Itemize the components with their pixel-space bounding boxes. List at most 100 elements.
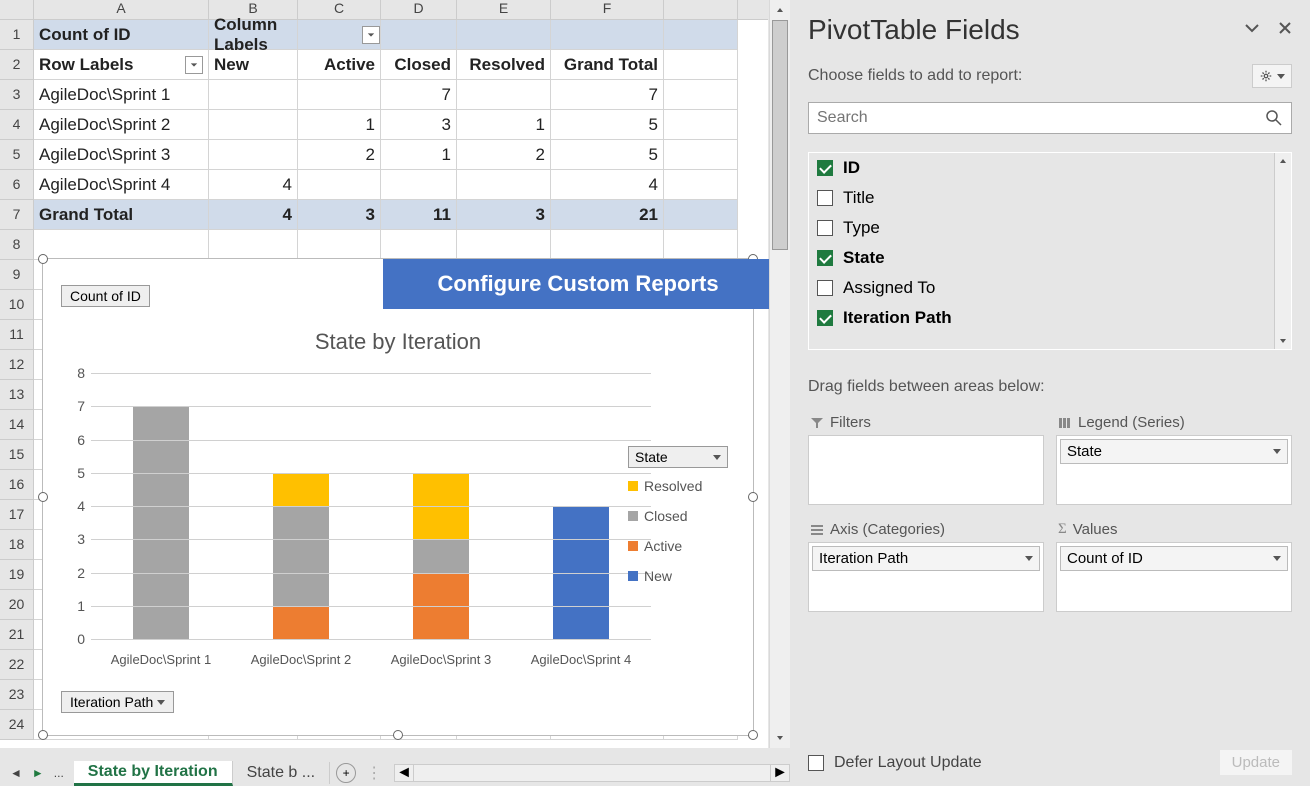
col-header-D[interactable]: D (381, 0, 457, 19)
row-header[interactable]: 12 (0, 350, 34, 380)
row-header[interactable]: 8 (0, 230, 34, 260)
resize-handle[interactable] (393, 730, 403, 740)
cell[interactable] (664, 140, 738, 170)
cell[interactable]: 2 (457, 140, 551, 170)
row-label[interactable]: AgileDoc\Sprint 4 (34, 170, 209, 200)
col-header-C[interactable]: C (298, 0, 381, 19)
cell[interactable] (298, 230, 381, 260)
scroll-right-arrow[interactable]: ► (770, 764, 790, 782)
field-item-type[interactable]: Type (809, 213, 1291, 243)
row-header[interactable]: 14 (0, 410, 34, 440)
col-header-E[interactable]: E (457, 0, 551, 19)
scroll-left-arrow[interactable]: ◄ (394, 764, 414, 782)
row-header[interactable]: 4 (0, 110, 34, 140)
field-checkbox[interactable] (817, 280, 833, 296)
cell[interactable]: 5 (551, 140, 664, 170)
resize-handle[interactable] (748, 730, 758, 740)
grand-total-cell[interactable]: 3 (298, 200, 381, 230)
cell[interactable] (664, 50, 738, 80)
column-labels-dropdown[interactable] (362, 26, 380, 44)
cell[interactable]: 7 (551, 80, 664, 110)
field-checkbox[interactable] (817, 160, 833, 176)
scroll-down-arrow[interactable] (1275, 333, 1291, 349)
field-item-title[interactable]: Title (809, 183, 1291, 213)
cell[interactable]: 7 (381, 80, 457, 110)
chart-field-iteration-button[interactable]: Iteration Path (61, 691, 174, 713)
field-checkbox[interactable] (817, 220, 833, 236)
sheet-tab[interactable]: State b ... (233, 762, 330, 784)
cell[interactable] (209, 110, 298, 140)
cell[interactable]: 2 (298, 140, 381, 170)
grand-total-cell[interactable]: 3 (457, 200, 551, 230)
legend-header-dropdown[interactable]: State (628, 446, 728, 468)
scroll-down-arrow[interactable] (770, 728, 790, 748)
resize-handle[interactable] (38, 492, 48, 502)
select-all-corner[interactable] (0, 0, 34, 19)
scroll-up-arrow[interactable] (1275, 153, 1291, 169)
row-header[interactable]: 1 (0, 20, 34, 50)
row-header[interactable]: 20 (0, 590, 34, 620)
collapse-panel-icon[interactable] (1244, 20, 1260, 41)
scroll-thumb[interactable] (772, 20, 788, 250)
cell[interactable] (457, 170, 551, 200)
header-resolved[interactable]: Resolved (457, 50, 551, 80)
area-values-dropzone[interactable]: Count of ID (1056, 542, 1292, 612)
row-header[interactable]: 23 (0, 680, 34, 710)
row-header[interactable]: 6 (0, 170, 34, 200)
grand-total-cell[interactable]: 21 (551, 200, 664, 230)
pivot-column-labels[interactable]: Column Labels (209, 20, 298, 50)
cell[interactable] (209, 140, 298, 170)
field-item-assigned-to[interactable]: Assigned To (809, 273, 1291, 303)
header-closed[interactable]: Closed (381, 50, 457, 80)
row-header[interactable]: 15 (0, 440, 34, 470)
tab-nav-more[interactable]: ... (54, 766, 64, 780)
row-header[interactable]: 2 (0, 50, 34, 80)
resize-handle[interactable] (748, 492, 758, 502)
panel-tools-button[interactable] (1252, 64, 1292, 88)
cell[interactable] (664, 110, 738, 140)
worksheet[interactable]: A B C D E F 1 Count of ID Column Labels (0, 0, 768, 748)
row-labels-dropdown[interactable] (185, 56, 203, 74)
field-checkbox[interactable] (817, 250, 833, 266)
tab-nav-next[interactable]: ► (32, 766, 44, 780)
col-header-F[interactable]: F (551, 0, 664, 19)
resize-handle[interactable] (38, 730, 48, 740)
cell[interactable]: 5 (551, 110, 664, 140)
col-header-blank[interactable] (664, 0, 738, 19)
area-filters-dropzone[interactable] (808, 435, 1044, 505)
field-item-iteration-path[interactable]: Iteration Path (809, 303, 1291, 333)
row-header[interactable]: 17 (0, 500, 34, 530)
header-grand-total[interactable]: Grand Total (551, 50, 664, 80)
field-item-id[interactable]: ID (809, 153, 1291, 183)
grand-total-cell[interactable]: 4 (209, 200, 298, 230)
pivot-chart[interactable]: Count of ID Configure Custom Reports Sta… (42, 258, 754, 736)
cell[interactable] (298, 80, 381, 110)
row-header[interactable]: 21 (0, 620, 34, 650)
area-axis-dropzone[interactable]: Iteration Path (808, 542, 1044, 612)
area-item[interactable]: State (1060, 439, 1288, 464)
add-sheet-button[interactable]: + (336, 763, 356, 783)
row-header[interactable]: 18 (0, 530, 34, 560)
grand-total-label[interactable]: Grand Total (34, 200, 209, 230)
cell[interactable] (664, 170, 738, 200)
row-header[interactable]: 9 (0, 260, 34, 290)
cell[interactable]: 4 (209, 170, 298, 200)
row-label[interactable]: AgileDoc\Sprint 2 (34, 110, 209, 140)
cell[interactable]: 1 (457, 110, 551, 140)
row-header[interactable]: 7 (0, 200, 34, 230)
chart-field-count-button[interactable]: Count of ID (61, 285, 150, 307)
cell[interactable] (209, 80, 298, 110)
cell[interactable] (381, 170, 457, 200)
row-header[interactable]: 11 (0, 320, 34, 350)
row-label[interactable]: AgileDoc\Sprint 3 (34, 140, 209, 170)
field-list-scrollbar[interactable] (1274, 153, 1291, 349)
tab-nav-prev[interactable]: ◄ (10, 766, 22, 780)
field-checkbox[interactable] (817, 190, 833, 206)
row-header[interactable]: 10 (0, 290, 34, 320)
cell[interactable] (209, 230, 298, 260)
cell[interactable]: 1 (298, 110, 381, 140)
field-checkbox[interactable] (817, 310, 833, 326)
cell[interactable] (298, 20, 381, 50)
grand-total-cell[interactable]: 11 (381, 200, 457, 230)
cell[interactable] (457, 20, 551, 50)
